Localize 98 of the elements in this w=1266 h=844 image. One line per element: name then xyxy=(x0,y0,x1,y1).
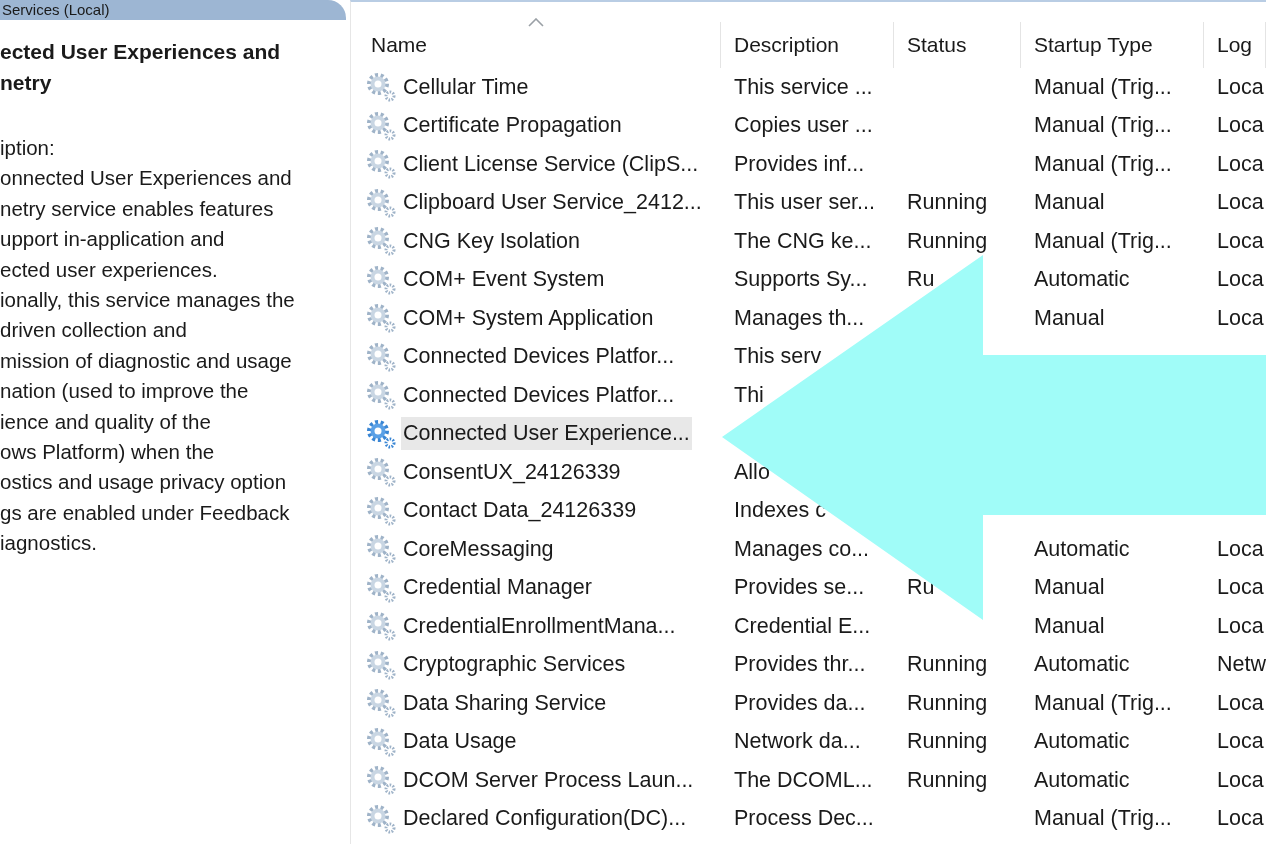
status-cell: Ru xyxy=(907,575,935,601)
column-header[interactable]: Log xyxy=(1204,22,1266,68)
service-name[interactable]: Cryptographic Services xyxy=(401,648,628,682)
service-name[interactable]: CNG Key Isolation xyxy=(401,224,582,258)
status-cell: Running xyxy=(907,652,988,678)
startup-type-cell: Automatic xyxy=(1034,767,1130,793)
service-name[interactable]: CredentialEnrollmentMana... xyxy=(401,609,678,643)
service-name[interactable]: Declared Configuration(DC)... xyxy=(401,802,689,836)
description-text: gs are enabled under Feedback xyxy=(0,499,291,526)
description-cell: Process Dec... xyxy=(734,806,874,832)
log-on-cell: Netw xyxy=(1217,652,1266,678)
log-on-cell: Loca xyxy=(1217,806,1264,832)
column-header[interactable]: Name xyxy=(351,22,721,68)
column-header[interactable]: Description xyxy=(721,22,894,68)
service-name[interactable]: Connected User Experience... xyxy=(401,417,692,451)
description-cell: This user ser... xyxy=(734,190,875,216)
description-cell: Manages th... xyxy=(734,305,865,331)
service-name[interactable]: Client License Service (ClipS... xyxy=(401,147,701,181)
description-cell: Credential E... xyxy=(734,613,871,639)
log-on-cell: Loca xyxy=(1217,729,1264,755)
service-name[interactable]: ConsentUX_24126339 xyxy=(401,455,623,489)
startup-type-cell: Automatic xyxy=(1034,729,1130,755)
service-name[interactable]: COM+ Event System xyxy=(401,263,607,297)
service-name[interactable]: Connected Devices Platfor... xyxy=(401,340,677,374)
log-on-cell: Loca xyxy=(1217,613,1264,639)
description-cell: This serv xyxy=(734,344,822,370)
startup-type-cell: Manual xyxy=(1034,190,1105,216)
description-text: ows Platform) when the xyxy=(0,439,216,466)
service-title: ected User Experiences and xyxy=(0,39,282,65)
log-on-cell: Loca xyxy=(1217,151,1264,177)
log-on-cell: Loca xyxy=(1217,575,1264,601)
service-name[interactable]: CoreMessaging xyxy=(401,532,556,566)
description-cell: Copies user ... xyxy=(734,113,873,139)
description-cell: The CNG ke... xyxy=(734,228,872,254)
service-name[interactable]: Credential Manager xyxy=(401,571,594,605)
service-name[interactable]: Contact Data_24126339 xyxy=(401,494,639,528)
description-cell: Provides inf... xyxy=(734,151,865,177)
description-text: driven collection and xyxy=(0,317,188,344)
log-on-cell: Loca xyxy=(1217,113,1264,139)
description-cell: This service ... xyxy=(734,74,873,100)
description-cell: The DCOML... xyxy=(734,767,873,793)
log-on-cell: Loca xyxy=(1217,74,1264,100)
status-cell: Running xyxy=(907,190,988,216)
startup-type-cell: Manual (Trig... xyxy=(1034,690,1172,716)
column-header[interactable]: Startup Type xyxy=(1021,22,1204,68)
service-title: netry xyxy=(0,70,53,96)
log-on-cell: Loca xyxy=(1217,190,1264,216)
startup-type-cell: Automatic xyxy=(1034,536,1130,562)
startup-type-cell: Manual xyxy=(1034,575,1105,601)
description-text: mission of diagnostic and usage xyxy=(0,347,293,374)
log-on-cell: Loca xyxy=(1217,305,1264,331)
startup-type-cell: Manual (Trig... xyxy=(1034,113,1172,139)
startup-type-cell: Manual (Trig... xyxy=(1034,74,1172,100)
column-header[interactable]: Status xyxy=(894,22,1021,68)
service-name[interactable]: Cellular Time xyxy=(401,70,531,104)
description-text: ected user experiences. xyxy=(0,256,219,283)
description-cell: Allo xyxy=(734,459,770,485)
description-cell: Provides da... xyxy=(734,690,866,716)
service-name[interactable]: Connected Devices Platfor... xyxy=(401,378,677,412)
log-on-cell: Loca xyxy=(1217,228,1264,254)
startup-type-cell: Manual (Trig... xyxy=(1034,151,1172,177)
service-name[interactable]: Certificate Propagation xyxy=(401,109,624,143)
startup-type-cell: Manual xyxy=(1034,613,1105,639)
service-name[interactable]: Data Sharing Service xyxy=(401,686,609,720)
description-cell: Network da... xyxy=(734,729,861,755)
service-name[interactable]: DCOM Server Process Laun... xyxy=(401,763,696,797)
status-cell: Running xyxy=(907,767,988,793)
log-on-cell: Loca xyxy=(1217,690,1264,716)
description-text: iagnostics. xyxy=(0,530,98,557)
description-text: upport in-application and xyxy=(0,226,226,253)
description-text: netry service enables features xyxy=(0,195,275,222)
description-text: ionally, this service manages the xyxy=(0,287,296,314)
log-on-cell: Loca xyxy=(1217,536,1264,562)
description-cell: Provides thr... xyxy=(734,652,866,678)
status-cell: Running xyxy=(907,690,988,716)
service-name[interactable]: Clipboard User Service_2412... xyxy=(401,186,704,220)
description-text: iption: xyxy=(0,135,56,161)
description-text: onnected User Experiences and xyxy=(0,165,293,192)
startup-type-cell: Manual xyxy=(1034,305,1105,331)
description-cell: Supports Sy... xyxy=(734,267,868,293)
log-on-cell: Loca xyxy=(1217,767,1264,793)
status-cell: Ru xyxy=(907,267,935,293)
service-name[interactable]: COM+ System Application xyxy=(401,301,656,335)
service-name[interactable]: Data Usage xyxy=(401,725,519,759)
pane-tab[interactable]: Services (Local) xyxy=(0,0,346,20)
startup-type-cell: Manual (Trig... xyxy=(1034,228,1172,254)
startup-type-cell: Automatic xyxy=(1034,652,1130,678)
description-cell: Thi xyxy=(734,382,764,408)
description-text: ostics and usage privacy option xyxy=(0,469,288,496)
startup-type-cell: Manual (Trig... xyxy=(1034,806,1172,832)
startup-type-cell: Automatic xyxy=(1034,267,1130,293)
description-cell: Provides se... xyxy=(734,575,865,601)
description-cell: Manages co... xyxy=(734,536,870,562)
description-text: ience and quality of the xyxy=(0,408,212,435)
status-cell: Running xyxy=(907,729,988,755)
status-cell: Running xyxy=(907,228,988,254)
log-on-cell: Loca xyxy=(1217,267,1264,293)
description-text: nation (used to improve the xyxy=(0,378,250,405)
